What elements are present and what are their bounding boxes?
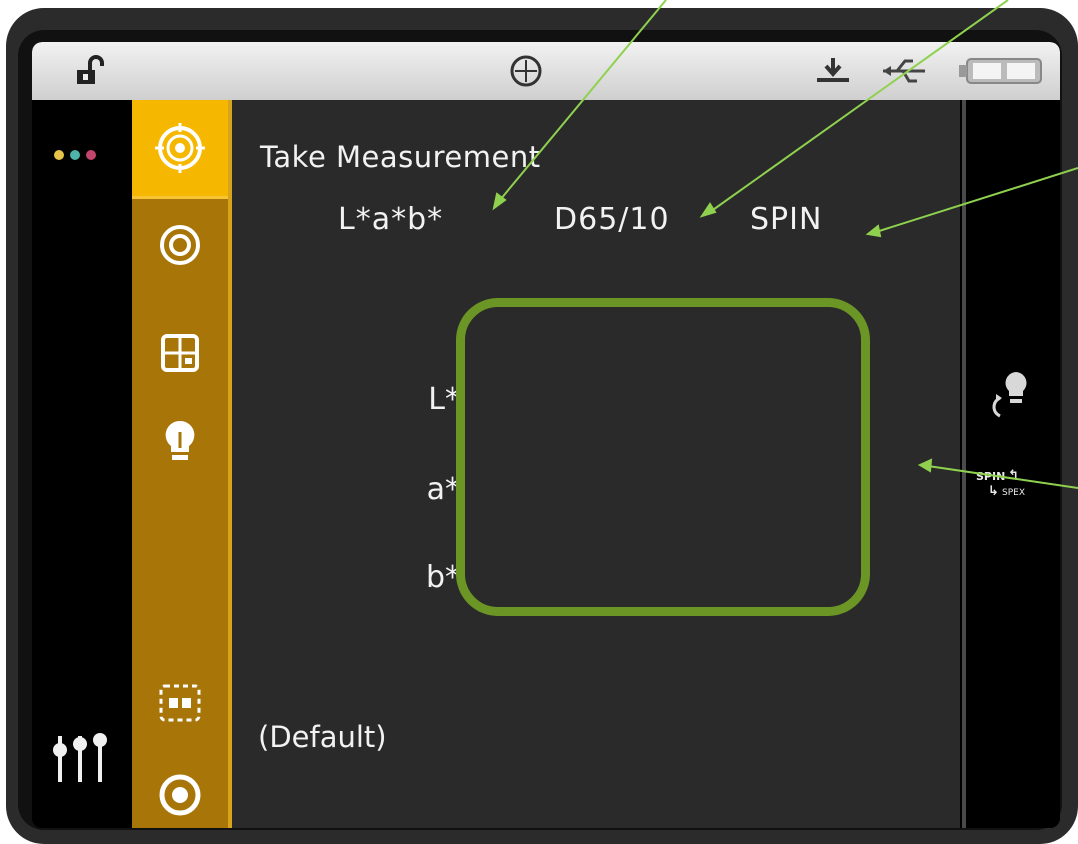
annotation-arrows <box>492 0 1078 489</box>
